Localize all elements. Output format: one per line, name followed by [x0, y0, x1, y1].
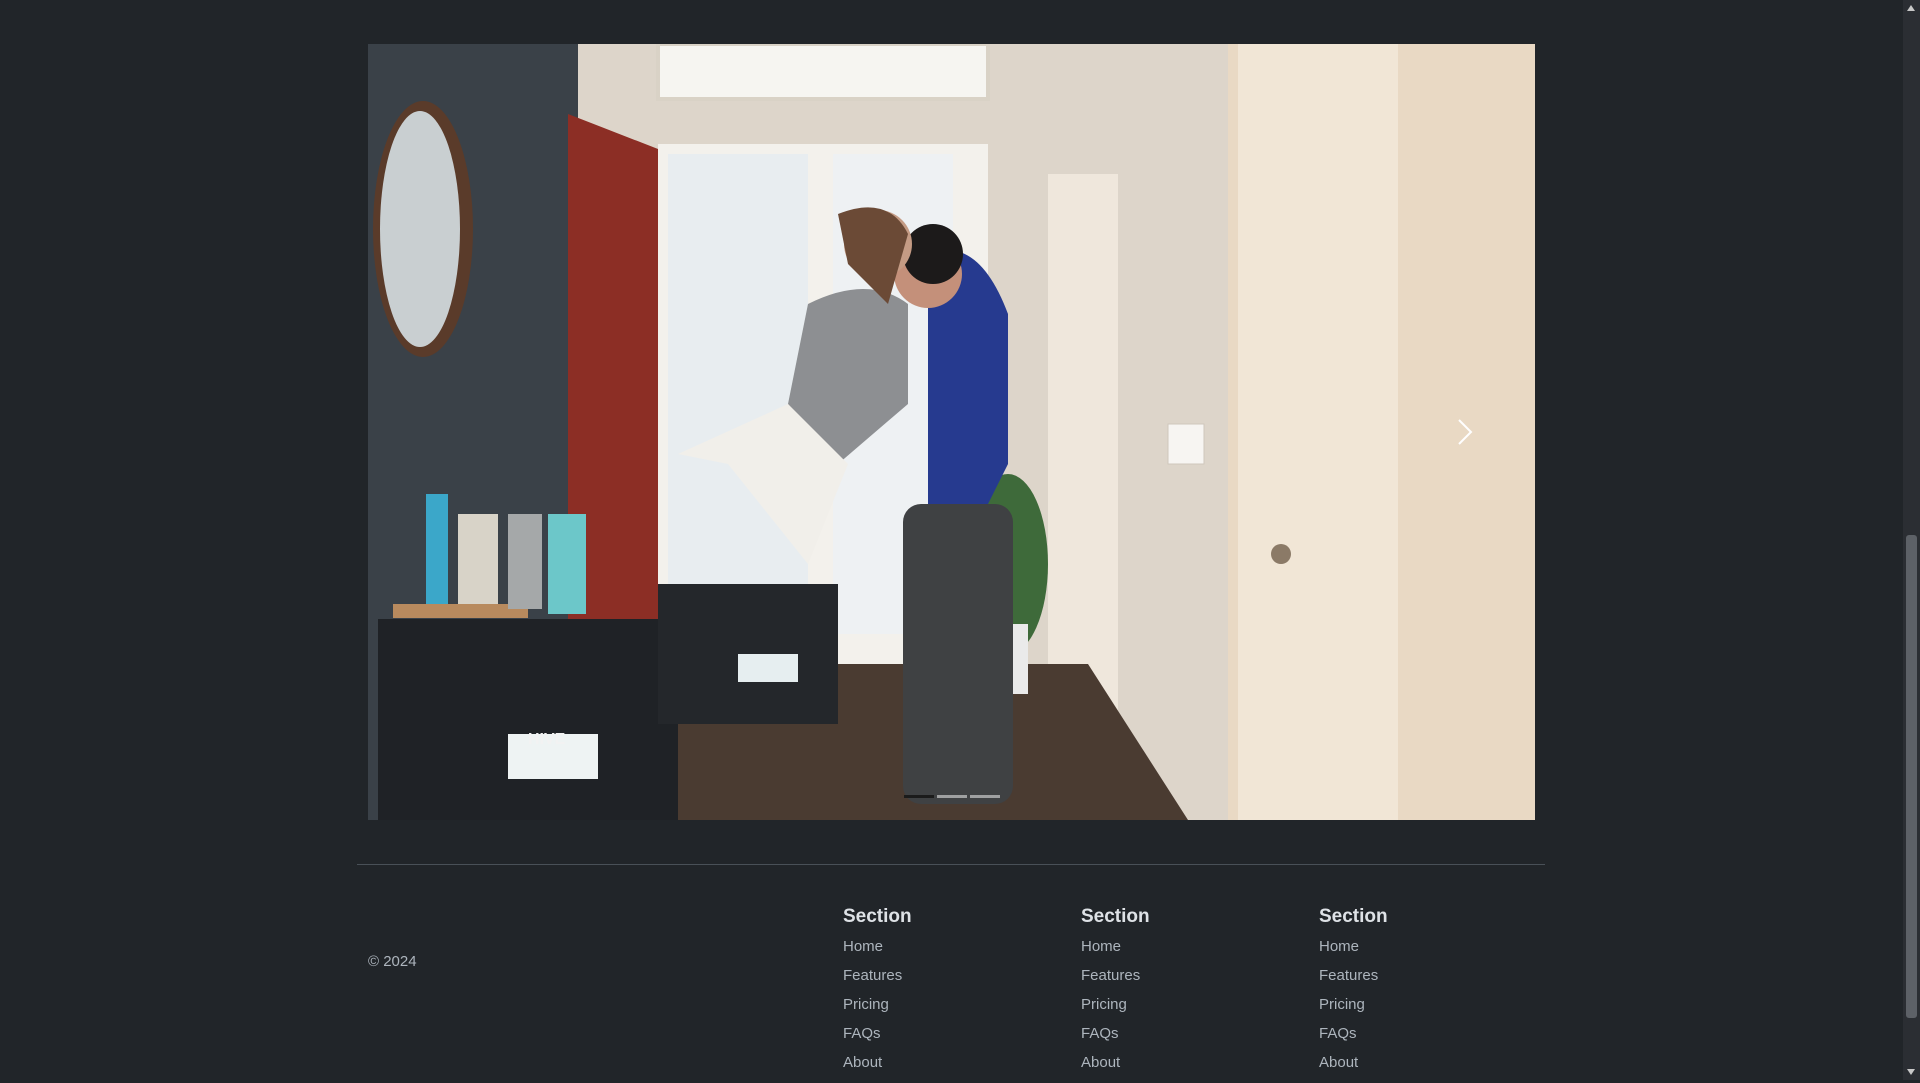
carousel-indicator-3[interactable]	[969, 795, 1000, 798]
footer-column-heading: Section	[843, 906, 912, 927]
carousel-prev-button[interactable]	[418, 402, 458, 462]
footer-link-pricing[interactable]: Pricing	[1319, 996, 1539, 1025]
footer-link-home[interactable]: Home	[1081, 938, 1301, 967]
footer-link-pricing[interactable]: Pricing	[1081, 996, 1301, 1025]
footer-column-3: Section Home Features Pricing FAQs About	[1319, 906, 1539, 1083]
footer-link-features[interactable]: Features	[1319, 967, 1539, 996]
carousel-indicators	[903, 795, 1000, 798]
footer-link-list: Home Features Pricing FAQs About	[843, 938, 1063, 1083]
page: HIVE © 2024 Section Home Features Pricin…	[0, 0, 1903, 1080]
footer-link-faqs[interactable]: FAQs	[1319, 1025, 1539, 1054]
chevron-right-icon	[1458, 419, 1473, 445]
footer-column-heading: Section	[1319, 906, 1388, 927]
footer-link-home[interactable]: Home	[843, 938, 1063, 967]
footer-link-about[interactable]: About	[1081, 1054, 1301, 1083]
footer-link-home[interactable]: Home	[1319, 938, 1539, 967]
carousel-indicator-2[interactable]	[936, 795, 967, 798]
vertical-scrollbar[interactable]	[1903, 0, 1920, 1080]
footer-column-heading: Section	[1081, 906, 1150, 927]
footer-link-features[interactable]: Features	[843, 967, 1063, 996]
carousel-slide-image: HIVE	[368, 44, 1535, 820]
footer-column-2: Section Home Features Pricing FAQs About	[1081, 906, 1301, 1083]
scroll-down-arrow-icon[interactable]	[1907, 1069, 1915, 1075]
footer-link-list: Home Features Pricing FAQs About	[1081, 938, 1301, 1083]
footer-link-list: Home Features Pricing FAQs About	[1319, 938, 1539, 1083]
footer-column-1: Section Home Features Pricing FAQs About	[843, 906, 1063, 1083]
carousel-indicator-1[interactable]	[903, 795, 934, 798]
scroll-up-arrow-icon[interactable]	[1907, 5, 1915, 11]
carousel-next-button[interactable]	[1445, 402, 1485, 462]
footer-link-about[interactable]: About	[1319, 1054, 1539, 1083]
copyright-text: © 2024	[368, 953, 417, 970]
footer-link-pricing[interactable]: Pricing	[843, 996, 1063, 1025]
footer-link-about[interactable]: About	[843, 1054, 1063, 1083]
footer-divider	[357, 864, 1545, 865]
svg-text:HIVE: HIVE	[528, 731, 566, 748]
footer-link-faqs[interactable]: FAQs	[1081, 1025, 1301, 1054]
image-carousel[interactable]: HIVE	[368, 44, 1535, 820]
scrollbar-thumb[interactable]	[1906, 535, 1917, 1018]
footer-link-features[interactable]: Features	[1081, 967, 1301, 996]
footer-link-faqs[interactable]: FAQs	[843, 1025, 1063, 1054]
